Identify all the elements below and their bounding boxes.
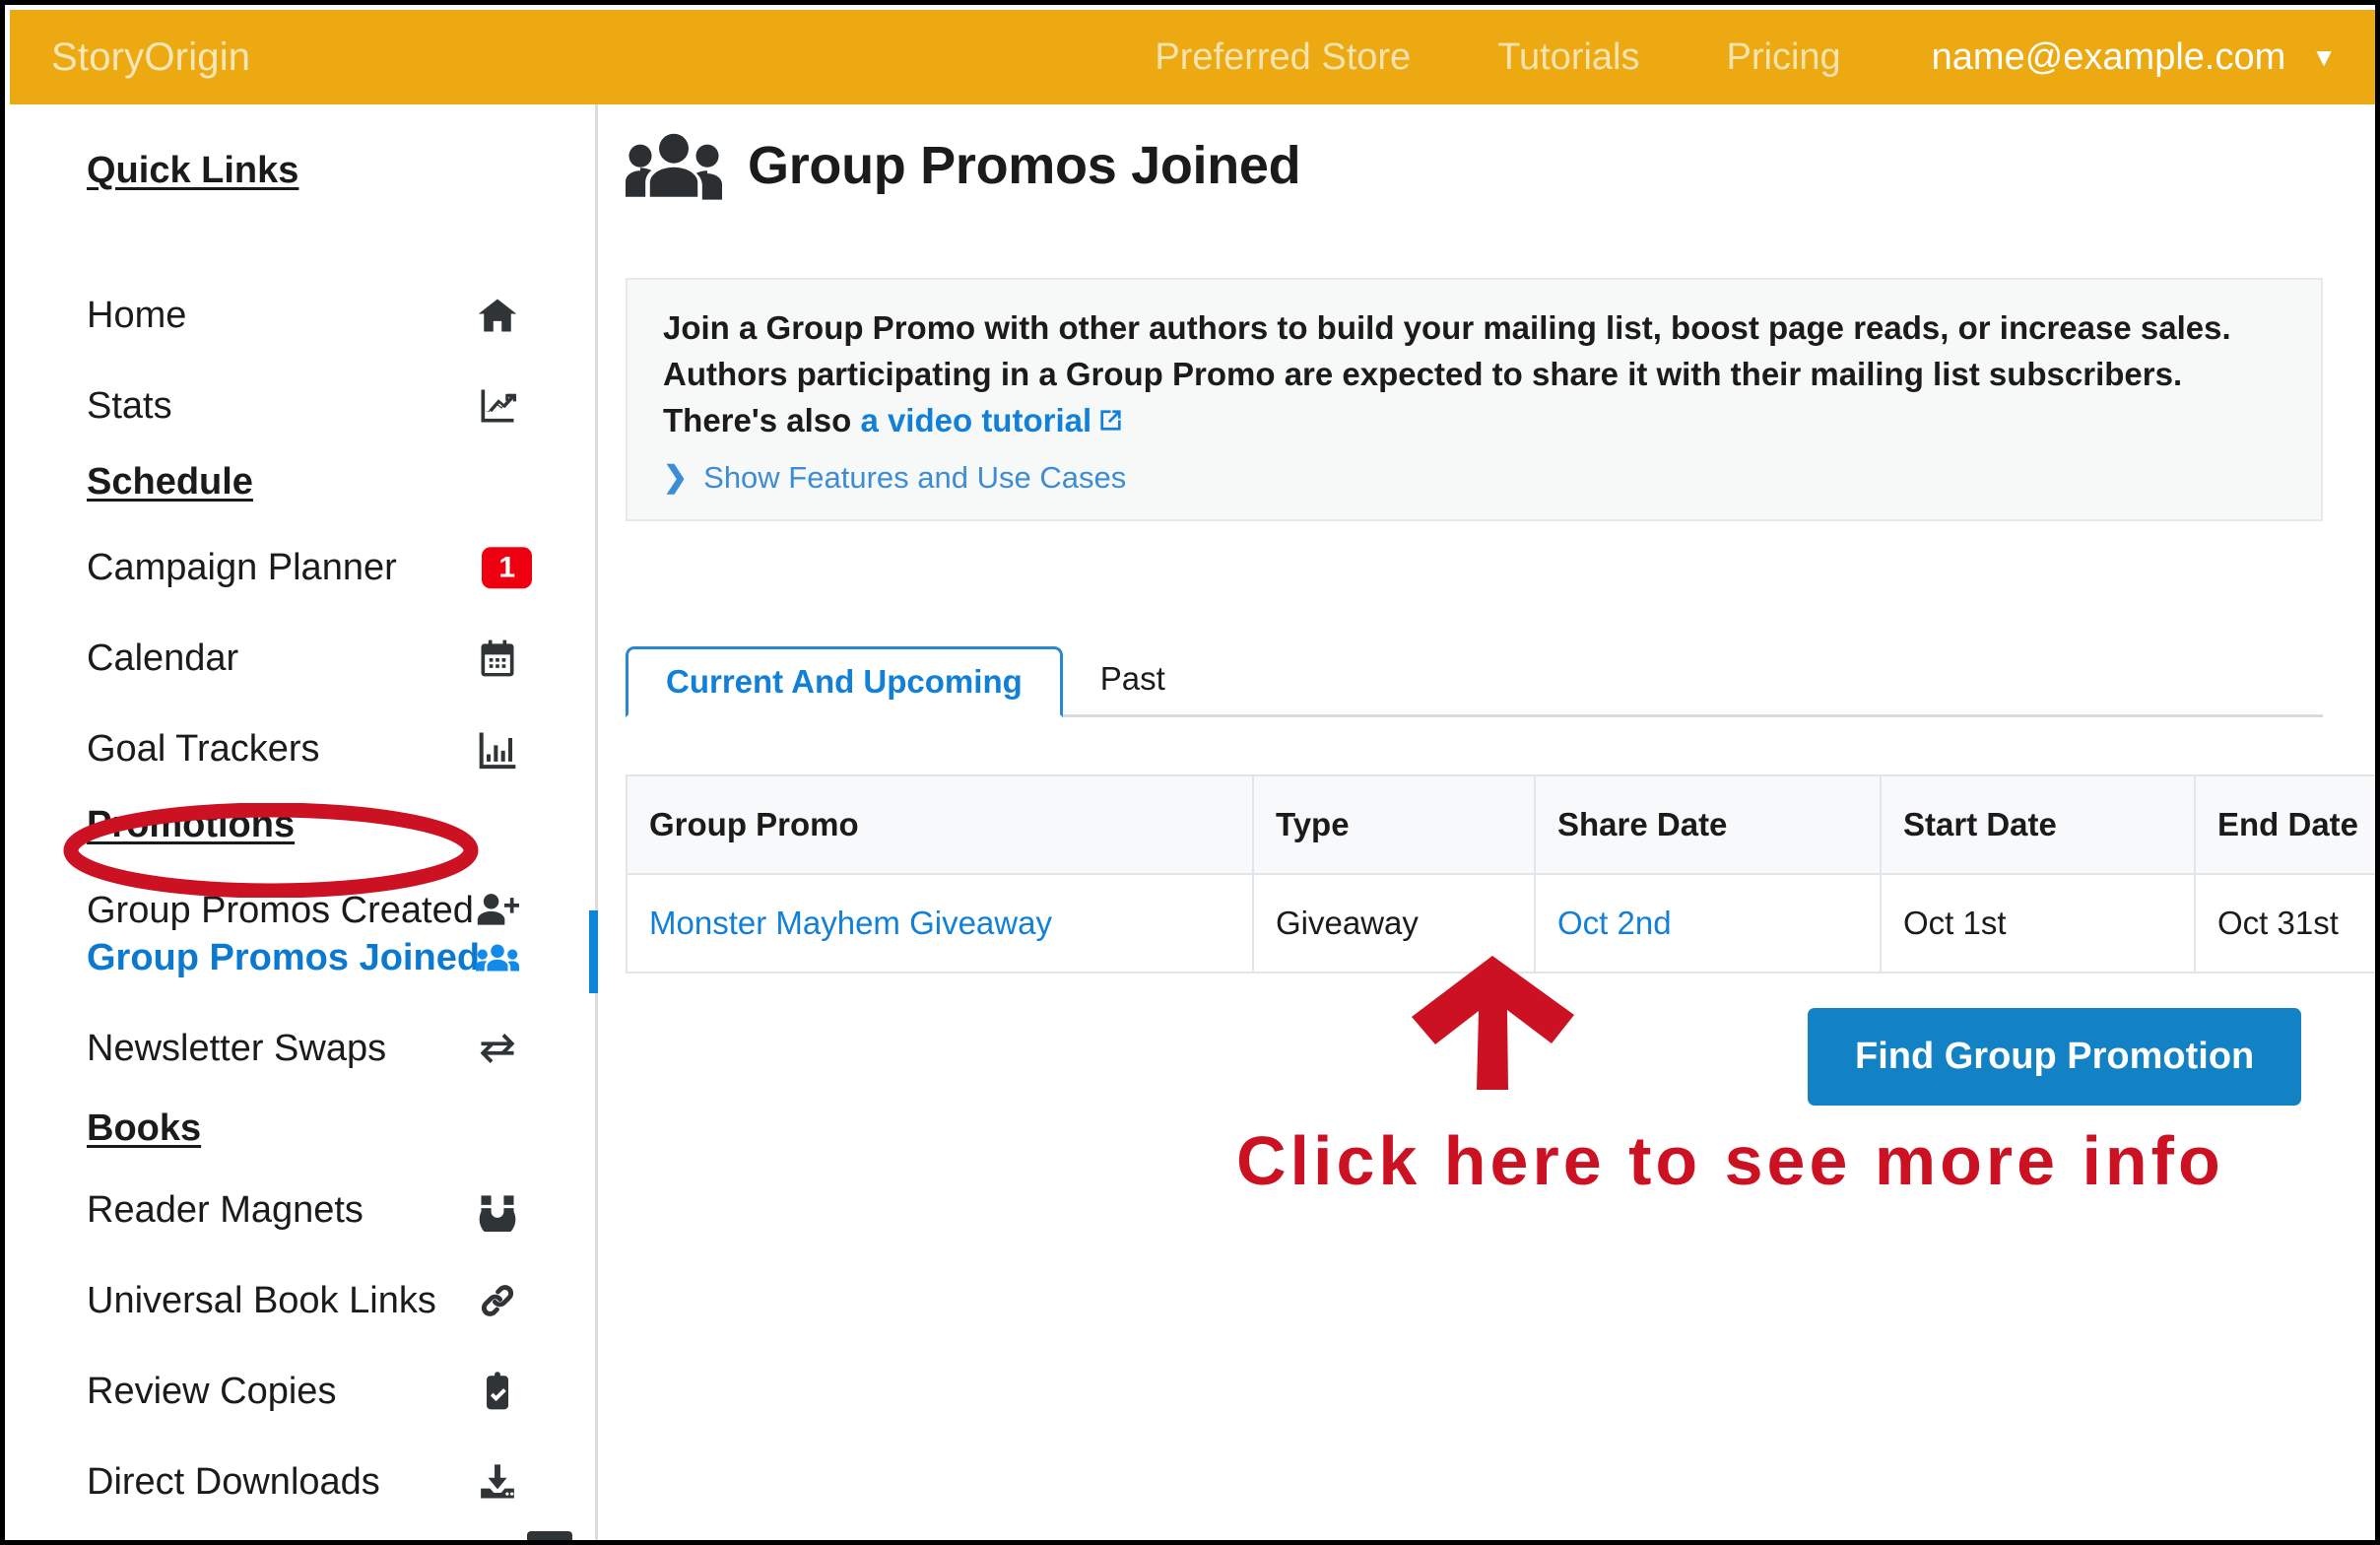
sidebar-item-label: Review Copies — [87, 1370, 337, 1412]
tab-past[interactable]: Past — [1063, 643, 1203, 714]
sidebar-section-promotions: Promotions — [87, 804, 296, 845]
red-up-arrow-annotation — [1406, 954, 1583, 1092]
users-icon — [475, 935, 520, 980]
cell-group-promo: Monster Mayhem Giveaway — [626, 874, 1254, 974]
sidebar-item-label: Campaign Planner — [87, 546, 397, 588]
sidebar-item-label: Calendar — [87, 637, 239, 679]
clipboard-check-icon — [475, 1369, 520, 1414]
sidebar-item-label: Reader Magnets — [87, 1188, 364, 1231]
table-header-row: Group Promo Type Share Date Start Date E… — [626, 774, 2375, 875]
magnet-icon — [475, 1187, 520, 1233]
active-item-indicator — [589, 910, 598, 993]
show-features-label: Show Features and Use Cases — [703, 459, 1127, 495]
tab-current-and-upcoming[interactable]: Current And Upcoming — [626, 646, 1063, 717]
page-title-text: Group Promos Joined — [748, 136, 1301, 195]
account-menu-email[interactable]: name@example.com — [1932, 36, 2286, 79]
sidebar-item-goal-trackers[interactable]: Goal Trackers — [87, 721, 579, 776]
sidebar-item-campaign-planner[interactable]: Campaign Planner 1 — [87, 540, 579, 595]
sidebar-section-schedule: Schedule — [87, 461, 253, 503]
top-navigation-bar: StoryOrigin Preferred Store Tutorials Pr… — [10, 10, 2375, 104]
table-row: Monster Mayhem Giveaway Giveaway Oct 2nd… — [626, 874, 2375, 974]
nav-link-preferred-store[interactable]: Preferred Store — [1155, 36, 1411, 79]
group-promos-table: Group Promo Type Share Date Start Date E… — [626, 774, 2375, 974]
sidebar-item-label: Home — [87, 294, 187, 336]
chevron-down-icon[interactable]: ▼ — [2311, 44, 2337, 70]
sidebar-item-label: Group Promos Joined — [87, 936, 481, 978]
sidebar: Quick Links Home Stats Schedule Campaign… — [10, 104, 598, 1540]
nav-link-pricing[interactable]: Pricing — [1727, 36, 1841, 79]
cell-start-date: Oct 1st — [1880, 874, 2196, 974]
column-header-start-date[interactable]: Start Date — [1880, 774, 2196, 875]
info-panel: Join a Group Promo with other authors to… — [626, 278, 2323, 521]
callout-text-annotation: Click here to see more info — [1236, 1122, 2224, 1199]
sidebar-item-stats[interactable]: Stats — [87, 378, 579, 434]
users-group-icon — [626, 131, 722, 200]
campaign-planner-badge: 1 — [482, 547, 532, 588]
sidebar-item-review-copies[interactable]: Review Copies — [87, 1364, 579, 1419]
sidebar-section-quick-links: Quick Links — [87, 150, 299, 191]
sidebar-item-universal-book-links[interactable]: Universal Book Links — [87, 1273, 579, 1328]
home-icon — [475, 293, 520, 338]
sidebar-item-label: Newsletter Swaps — [87, 1027, 387, 1069]
external-link-icon — [1097, 400, 1124, 431]
download-icon — [475, 1459, 520, 1505]
info-panel-text: Join a Group Promo with other authors to… — [663, 305, 2285, 444]
main-content: Group Promos Joined Join a Group Promo w… — [598, 104, 2375, 1540]
sidebar-item-partial-icon — [527, 1531, 572, 1540]
group-promo-link[interactable]: Monster Mayhem Giveaway — [649, 905, 1052, 941]
sidebar-section-books: Books — [87, 1108, 202, 1149]
tab-bar: Current And Upcoming Past — [626, 646, 2323, 717]
show-features-toggle[interactable]: ❯ Show Features and Use Cases — [663, 460, 2285, 496]
cell-share-date: Oct 2nd — [1534, 874, 1882, 974]
sidebar-item-label: Group Promos Created — [87, 889, 474, 931]
app-window: StoryOrigin Preferred Store Tutorials Pr… — [0, 0, 2380, 1545]
chevron-right-icon: ❯ — [663, 460, 689, 494]
chart-line-icon — [475, 383, 520, 429]
exchange-arrows-icon — [475, 1026, 520, 1071]
cell-end-date: Oct 31st — [2194, 874, 2375, 974]
sidebar-item-label: Direct Downloads — [87, 1460, 380, 1503]
brand-logo[interactable]: StoryOrigin — [51, 35, 250, 80]
sidebar-item-label: Goal Trackers — [87, 727, 320, 770]
top-nav-links: Preferred Store Tutorials Pricing name@e… — [1068, 36, 2337, 79]
sidebar-item-label: Stats — [87, 384, 172, 427]
video-tutorial-link[interactable]: a video tutorial — [860, 402, 1091, 438]
bar-chart-icon — [475, 726, 520, 772]
sidebar-item-direct-downloads[interactable]: Direct Downloads — [87, 1454, 579, 1510]
column-header-end-date[interactable]: End Date — [2194, 774, 2375, 875]
nav-link-tutorials[interactable]: Tutorials — [1497, 36, 1639, 79]
sidebar-item-group-promos-joined[interactable]: Group Promos Joined — [87, 930, 579, 985]
cell-type: Giveaway — [1252, 874, 1536, 974]
column-header-share-date[interactable]: Share Date — [1534, 774, 1882, 875]
link-icon — [475, 1278, 520, 1323]
column-header-group-promo[interactable]: Group Promo — [626, 774, 1254, 875]
page-title: Group Promos Joined — [626, 131, 1301, 200]
user-plus-icon — [475, 888, 520, 933]
find-group-promotion-button[interactable]: Find Group Promotion — [1808, 1008, 2302, 1106]
sidebar-item-reader-magnets[interactable]: Reader Magnets — [87, 1182, 579, 1238]
sidebar-item-calendar[interactable]: Calendar — [87, 631, 579, 686]
share-date-link[interactable]: Oct 2nd — [1557, 905, 1672, 941]
sidebar-item-newsletter-swaps[interactable]: Newsletter Swaps — [87, 1021, 579, 1076]
column-header-type[interactable]: Type — [1252, 774, 1536, 875]
sidebar-item-home[interactable]: Home — [87, 288, 579, 343]
sidebar-item-label: Universal Book Links — [87, 1279, 436, 1321]
calendar-icon — [475, 636, 520, 681]
